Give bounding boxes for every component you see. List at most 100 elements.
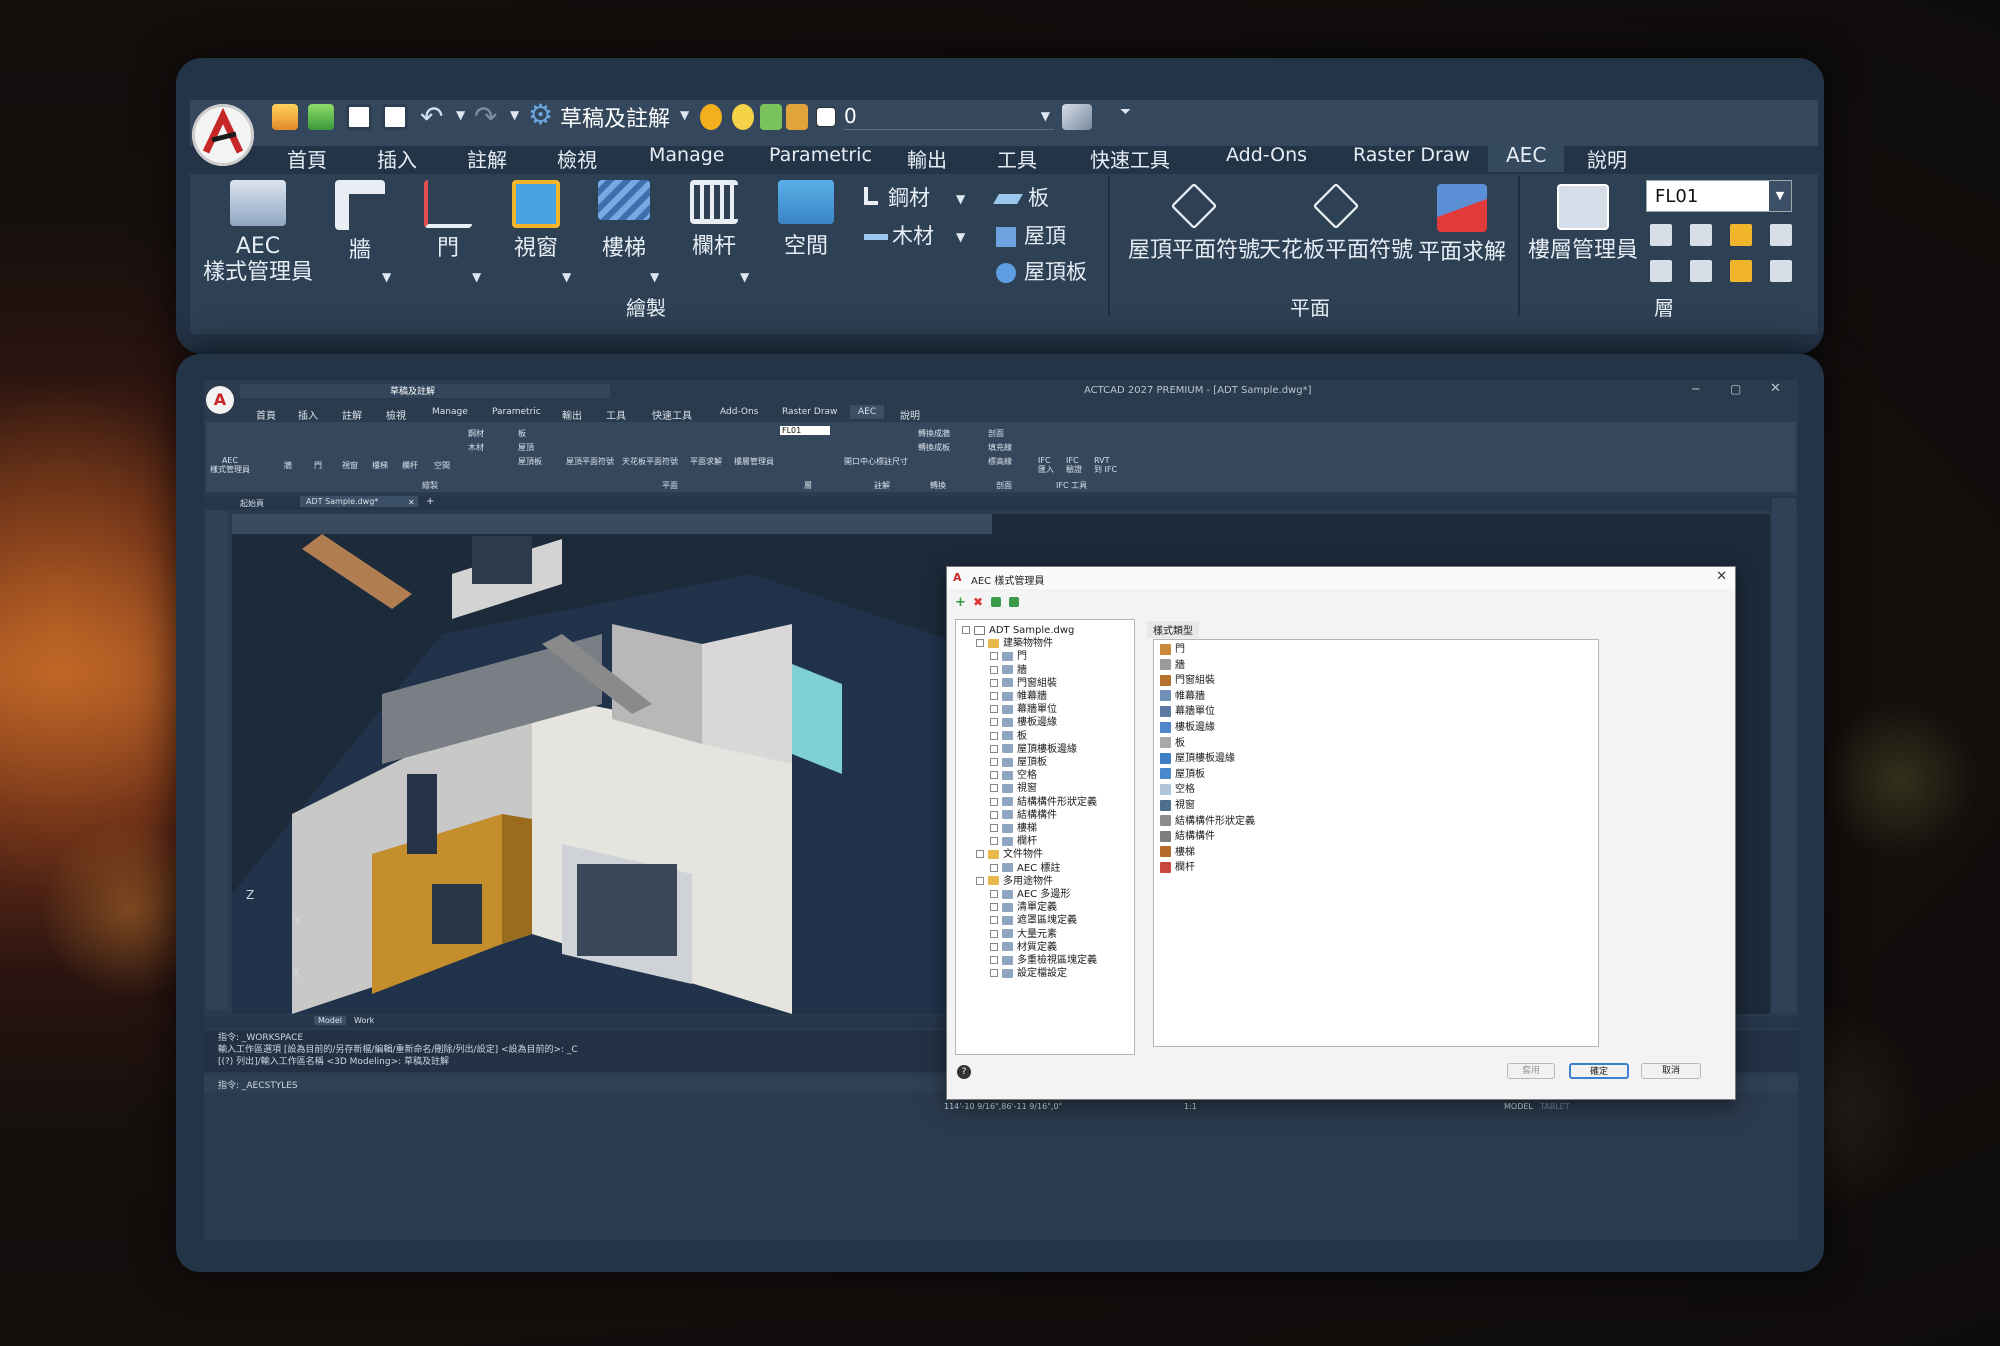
mini-wall[interactable]: 牆 — [284, 460, 292, 471]
style-type-item[interactable]: 樓梯 — [1160, 845, 1195, 860]
expand-toggle-icon[interactable] — [990, 652, 998, 661]
doc-tab-start[interactable]: 起始頁 — [240, 498, 264, 509]
expand-toggle-icon[interactable] — [976, 876, 984, 885]
expand-toggle-icon[interactable] — [990, 784, 998, 793]
mini-convert-slab[interactable]: 轉換成板 — [918, 442, 950, 453]
tree-item[interactable]: 文件物件 — [976, 848, 1043, 861]
expand-toggle-icon[interactable] — [990, 744, 998, 753]
stair-dropdown-icon[interactable]: ▼ — [650, 270, 659, 284]
level-copy-icon[interactable] — [1650, 260, 1672, 282]
door-dropdown-icon[interactable]: ▼ — [472, 270, 481, 284]
tree-item[interactable]: 大量元素 — [990, 928, 1057, 941]
layer-properties-icon[interactable] — [1062, 104, 1092, 130]
tree-item[interactable]: 結構構件 — [990, 809, 1057, 822]
window-button[interactable]: 視窗 — [506, 180, 566, 262]
expand-toggle-icon[interactable] — [962, 626, 970, 634]
expand-toggle-icon[interactable] — [990, 863, 998, 872]
mini-opening-dim[interactable]: 開口中心標註尺寸 — [844, 456, 908, 467]
tab-home[interactable]: 首頁 — [287, 144, 327, 173]
mini-timber[interactable]: 木材 — [468, 442, 484, 453]
customize-toolbar-icon[interactable]: ⏷ — [1120, 104, 1131, 120]
style-type-item[interactable]: 屋頂板 — [1160, 767, 1205, 782]
timber-button[interactable]: 木材 — [864, 220, 934, 250]
mini-level-value[interactable]: FL01 — [780, 426, 830, 435]
level-add-icon[interactable] — [1650, 224, 1672, 246]
tab-manage[interactable]: Manage — [649, 144, 724, 166]
expand-toggle-icon[interactable] — [990, 692, 998, 700]
ceiling-plan-symbol-button[interactable]: 天花板平面符號 — [1258, 182, 1414, 264]
tab-annotate[interactable]: 註解 — [467, 144, 507, 173]
delete-style-icon[interactable]: ✖ — [973, 595, 983, 609]
style-type-item[interactable]: 欄杆 — [1160, 860, 1195, 875]
workspace-selector[interactable]: 草稿及註解 — [560, 101, 670, 133]
style-type-item[interactable]: 樓板邊緣 — [1160, 720, 1215, 735]
window-dropdown-icon[interactable]: ▼ — [562, 270, 571, 284]
mini-ifc-verify[interactable]: IFC 驗證 — [1066, 456, 1082, 474]
style-type-item[interactable]: 空格 — [1160, 782, 1195, 797]
mini-rvt-to-ifc[interactable]: RVT 到 IFC — [1094, 456, 1117, 474]
mini-tab-add-ons[interactable]: Add-Ons — [720, 407, 758, 417]
tab-quick-tools[interactable]: 快速工具 — [1090, 144, 1170, 173]
mini-steel[interactable]: 鋼材 — [468, 428, 484, 439]
aec-style-manager-button[interactable]: AEC 樣式管理員 — [200, 180, 316, 286]
maximize-button[interactable]: ▢ — [1730, 382, 1741, 396]
railing-button[interactable]: 欄杆 — [684, 180, 744, 260]
tree-item[interactable]: 門 — [990, 650, 1027, 663]
style-type-item[interactable]: 結構構件 — [1160, 829, 1215, 844]
roof-slab-button[interactable]: 屋頂板 — [996, 256, 1087, 286]
mini-railing[interactable]: 欄杆 — [402, 460, 418, 471]
tree-item[interactable]: 板 — [990, 730, 1027, 743]
mini-tab-raster-draw[interactable]: Raster Draw — [782, 407, 837, 417]
expand-toggle-icon[interactable] — [990, 916, 998, 925]
style-type-item[interactable]: 門 — [1160, 642, 1185, 657]
ok-button[interactable]: 確定 — [1569, 1063, 1629, 1079]
mini-tab-tools[interactable]: 工具 — [606, 407, 626, 422]
open-file-icon[interactable] — [308, 104, 334, 130]
expand-toggle-icon[interactable] — [976, 850, 984, 859]
tab-tools[interactable]: 工具 — [997, 144, 1037, 173]
mini-hatch-line[interactable]: 標高線 — [988, 456, 1012, 467]
expand-toggle-icon[interactable] — [990, 837, 998, 846]
tree-item[interactable]: 屋頂板 — [990, 756, 1047, 769]
steel-dropdown-icon[interactable]: ▼ — [956, 192, 965, 206]
minimize-button[interactable]: ─ — [1692, 382, 1699, 396]
roof-button[interactable]: 屋頂 — [996, 220, 1066, 250]
mini-plan-solve[interactable]: 平面求解 — [690, 456, 722, 467]
tree-item[interactable]: 設定檔設定 — [990, 967, 1067, 980]
space-button[interactable]: 空間 — [776, 180, 836, 260]
style-type-item[interactable]: 帷幕牆 — [1160, 689, 1205, 704]
redo-icon[interactable]: ↷ — [474, 100, 497, 133]
sun-icon[interactable] — [732, 104, 754, 130]
tree-item[interactable]: 清單定義 — [990, 901, 1057, 914]
export-style-icon[interactable] — [1009, 597, 1019, 607]
expand-toggle-icon[interactable] — [990, 956, 998, 964]
plan-solve-button[interactable]: 平面求解 — [1410, 184, 1514, 266]
mini-tab-home[interactable]: 首頁 — [256, 407, 276, 422]
style-type-item[interactable]: 結構構件形狀定義 — [1160, 814, 1255, 829]
tree-item[interactable]: 多重檢視區塊定義 — [990, 954, 1097, 967]
style-type-item[interactable]: 板 — [1160, 736, 1185, 751]
mini-tab-view[interactable]: 檢視 — [386, 407, 406, 422]
mini-roof-slab[interactable]: 屋頂板 — [518, 456, 542, 467]
level-refresh-icon[interactable] — [1770, 224, 1792, 246]
close-button[interactable]: ✕ — [1770, 381, 1781, 396]
undo-icon[interactable]: ↶ — [420, 100, 443, 133]
expand-toggle-icon[interactable] — [990, 665, 998, 674]
mini-convert-wall[interactable]: 轉換成牆 — [918, 428, 950, 439]
tree-item[interactable]: 空格 — [990, 769, 1037, 782]
tab-add-ons[interactable]: Add-Ons — [1226, 144, 1307, 166]
mini-stair[interactable]: 樓梯 — [372, 460, 388, 471]
expand-toggle-icon[interactable] — [976, 639, 984, 648]
level-manager-button[interactable]: 樓層管理員 — [1524, 184, 1642, 264]
roof-plan-symbol-button[interactable]: 屋頂平面符號 — [1116, 182, 1272, 264]
tree-item[interactable]: 樓梯 — [990, 822, 1037, 835]
add-style-icon[interactable]: + — [955, 595, 966, 610]
mini-slab[interactable]: 板 — [518, 428, 526, 439]
save-as-icon[interactable] — [382, 104, 408, 130]
layout-tab-work[interactable]: Work — [354, 1016, 374, 1025]
mini-workspace-name[interactable]: 草稿及註解 — [390, 384, 435, 397]
left-toolbar[interactable] — [206, 510, 228, 1010]
expand-toggle-icon[interactable] — [990, 890, 998, 898]
lightbulb-icon[interactable] — [700, 104, 722, 130]
save-icon[interactable] — [346, 104, 372, 130]
